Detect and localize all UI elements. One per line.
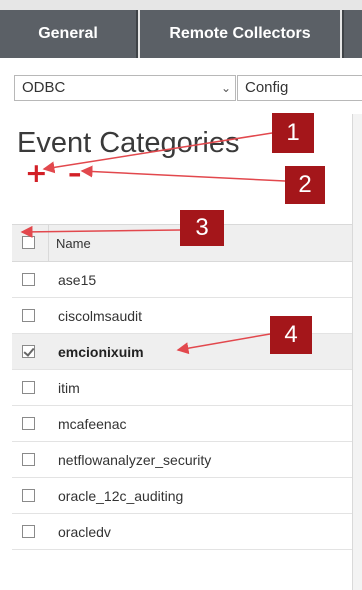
row-label: itim <box>58 380 80 396</box>
row-label: netflowanalyzer_security <box>58 452 212 468</box>
scrollbar[interactable] <box>353 114 362 590</box>
row-checkbox-checked[interactable] <box>22 345 35 358</box>
table-row[interactable]: oracledv <box>12 514 352 550</box>
minus-icon[interactable]: – <box>68 158 82 189</box>
row-checkbox[interactable] <box>22 309 35 322</box>
row-label: ciscolmsaudit <box>58 308 143 324</box>
column-header-name[interactable]: Name <box>56 236 91 251</box>
panel-title: Event Categories <box>17 127 240 159</box>
row-label: emcionixuim <box>58 344 144 360</box>
table-row[interactable]: itim <box>12 370 352 406</box>
table-row[interactable]: mcafeenac <box>12 406 352 442</box>
row-label: oracledv <box>58 524 111 540</box>
row-label: ase15 <box>58 272 97 288</box>
tab-remote-collectors[interactable]: Remote Collectors <box>140 10 340 58</box>
select-all-checkbox[interactable] <box>22 236 35 249</box>
tab-general[interactable]: General <box>0 10 138 58</box>
table-row[interactable]: netflowanalyzer_security <box>12 442 352 478</box>
config-select[interactable]: Config <box>237 75 362 101</box>
plus-icon[interactable]: + <box>25 158 48 189</box>
type-select[interactable]: ODBC ⌄ <box>14 75 236 101</box>
chevron-down-icon: ⌄ <box>220 81 231 95</box>
table-row[interactable]: ase15 <box>12 262 352 298</box>
row-checkbox[interactable] <box>22 381 35 394</box>
config-select-value: Config <box>245 79 289 96</box>
type-select-value: ODBC <box>22 79 66 96</box>
tab-overflow[interactable] <box>342 10 362 58</box>
tab-bar: General Remote Collectors <box>0 0 362 58</box>
callout-badge-1: 1 <box>272 113 314 153</box>
callout-badge-3: 3 <box>180 210 224 246</box>
row-checkbox[interactable] <box>22 489 35 502</box>
filter-bar: ODBC ⌄ Config <box>0 58 362 115</box>
row-checkbox[interactable] <box>22 525 35 538</box>
row-label: mcafeenac <box>58 416 127 432</box>
row-checkbox[interactable] <box>22 453 35 466</box>
table-row[interactable]: oracle_12c_auditing <box>12 478 352 514</box>
row-label: oracle_12c_auditing <box>58 488 184 504</box>
callout-badge-2: 2 <box>285 166 325 204</box>
row-checkbox[interactable] <box>22 417 35 430</box>
callout-badge-4: 4 <box>270 316 312 354</box>
row-checkbox[interactable] <box>22 273 35 286</box>
column-divider <box>48 225 49 261</box>
